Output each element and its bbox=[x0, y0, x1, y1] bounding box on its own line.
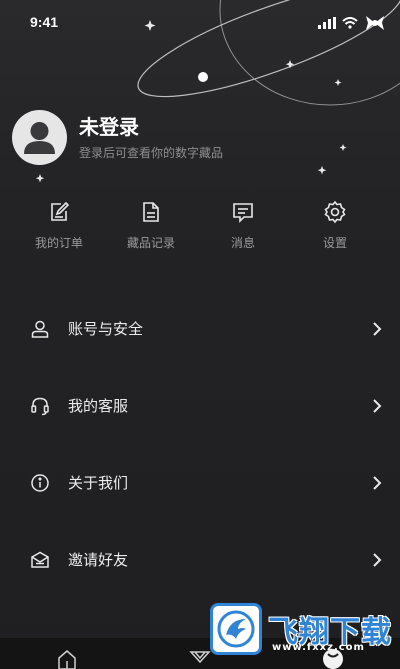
watermark-badge bbox=[210, 602, 262, 655]
tab-home[interactable] bbox=[37, 638, 97, 669]
profile-screen: 9:41 未登录 登录后可查看你的数字藏品 我的订单 藏品记录 消息 设置 账号… bbox=[0, 0, 400, 669]
signal-icon bbox=[318, 17, 336, 29]
menu-label-invite-friends: 邀请好友 bbox=[68, 551, 129, 569]
chevron-right-icon bbox=[373, 398, 382, 413]
home-icon bbox=[57, 650, 76, 669]
menu-item-about-us[interactable]: 关于我们 bbox=[0, 444, 400, 521]
chevron-right-icon bbox=[373, 321, 382, 336]
collection-records-button[interactable]: 藏品记录 bbox=[105, 200, 197, 260]
menu-label-customer-service: 我的客服 bbox=[68, 397, 129, 415]
messages-label: 消息 bbox=[230, 236, 255, 250]
avatar[interactable] bbox=[12, 110, 67, 165]
messages-button[interactable]: 消息 bbox=[197, 200, 289, 260]
settings-menu: 账号与安全 我的客服 关于我们 邀请好友 bbox=[0, 290, 400, 598]
edit-document-icon bbox=[51, 201, 70, 221]
bow-icon bbox=[366, 16, 384, 30]
status-bar: 9:41 bbox=[0, 0, 400, 44]
diamond-icon bbox=[189, 651, 211, 664]
menu-item-customer-service[interactable]: 我的客服 bbox=[0, 367, 400, 444]
gear-icon bbox=[324, 200, 346, 224]
profile-name: 未登录 bbox=[79, 115, 139, 139]
wifi-icon bbox=[342, 17, 358, 29]
status-time: 9:41 bbox=[30, 14, 59, 30]
default-avatar-icon bbox=[24, 122, 55, 154]
quick-actions: 我的订单 藏品记录 消息 设置 bbox=[0, 200, 400, 260]
message-icon bbox=[233, 203, 253, 223]
chevron-right-icon bbox=[373, 475, 382, 490]
profile-subtitle: 登录后可查看你的数字藏品 bbox=[79, 146, 224, 160]
watermark-wing-icon bbox=[217, 610, 255, 647]
chevron-right-icon bbox=[373, 552, 382, 567]
menu-item-account-security[interactable]: 账号与安全 bbox=[0, 290, 400, 367]
menu-item-invite-friends[interactable]: 邀请好友 bbox=[0, 521, 400, 598]
my-orders-button[interactable]: 我的订单 bbox=[13, 200, 105, 260]
settings-label: 设置 bbox=[322, 236, 347, 250]
menu-label-about-us: 关于我们 bbox=[68, 474, 129, 492]
watermark-url: www.fxxz.com bbox=[272, 642, 365, 653]
envelope-icon bbox=[31, 551, 49, 568]
my-orders-label: 我的订单 bbox=[34, 236, 83, 250]
watermark-logo: 飞翔下载 www.fxxz.com bbox=[210, 601, 400, 656]
profile-header[interactable]: 未登录 登录后可查看你的数字藏品 bbox=[12, 110, 223, 165]
info-icon bbox=[31, 473, 49, 492]
file-list-icon bbox=[143, 202, 159, 222]
settings-button[interactable]: 设置 bbox=[289, 200, 381, 260]
collection-records-label: 藏品记录 bbox=[126, 236, 175, 250]
user-icon bbox=[31, 320, 49, 338]
headset-icon bbox=[31, 397, 49, 415]
menu-label-account-security: 账号与安全 bbox=[68, 320, 144, 338]
